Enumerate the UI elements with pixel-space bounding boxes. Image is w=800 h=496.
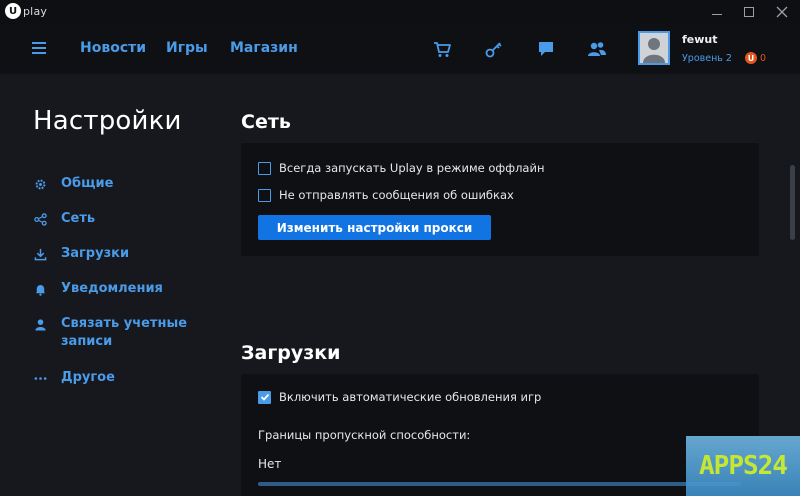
downloads-section-title: Загрузки (241, 342, 341, 364)
download-icon (33, 247, 47, 261)
chat-icon[interactable] (536, 39, 556, 59)
bandwidth-label: Границы пропускной способности: (258, 428, 471, 442)
sidebar-item-label: Сеть (61, 211, 96, 226)
title-bar: U play (0, 0, 800, 24)
auto-update-checkbox[interactable] (258, 390, 271, 404)
sidebar-item-general[interactable]: Общие (33, 175, 113, 193)
sidebar-item-label: Общие (61, 176, 114, 191)
menu-icon[interactable] (32, 42, 46, 54)
uplay-logo-text: play (23, 4, 48, 18)
sidebar-item-label: Другое (61, 370, 115, 385)
watermark: APPS24 (686, 436, 800, 496)
error-reports-label: Не отправлять сообщения об ошибках (279, 188, 514, 202)
nav-shop[interactable]: Магазин (230, 40, 298, 56)
uplay-logo-icon: U (5, 3, 21, 19)
network-panel: Всегда запускать Uplay в режиме оффлайн … (241, 143, 759, 256)
uplay-logo: U play (5, 3, 47, 19)
minimize-icon (712, 13, 722, 15)
key-icon[interactable] (484, 39, 504, 59)
friends-icon[interactable] (587, 39, 607, 59)
units-count: 0 (760, 53, 767, 64)
close-icon (776, 6, 788, 18)
bandwidth-value: Нет (258, 457, 282, 471)
top-nav: Новости Игры Магазин fewut Уровень 2 U 0 (0, 24, 800, 74)
sidebar-item-network[interactable]: Сеть (33, 210, 95, 228)
error-reports-option[interactable]: Не отправлять сообщения об ошибках (258, 188, 514, 202)
auto-update-label: Включить автоматические обновления игр (279, 390, 542, 404)
offline-mode-option[interactable]: Всегда запускать Uplay в режиме оффлайн (258, 161, 544, 175)
maximize-icon (744, 7, 754, 17)
nav-news[interactable]: Новости (80, 40, 146, 56)
network-icon (33, 212, 47, 226)
proxy-settings-button[interactable]: Изменить настройки прокси (258, 215, 491, 240)
user-icon (33, 317, 47, 331)
close-button[interactable] (773, 3, 791, 21)
user-level: Уровень 2 (682, 53, 732, 64)
checkmark-icon (260, 393, 269, 401)
sidebar-item-downloads[interactable]: Загрузки (33, 245, 129, 263)
username[interactable]: fewut (682, 33, 718, 46)
bandwidth-slider[interactable] (258, 482, 741, 486)
bell-icon (33, 282, 47, 296)
maximize-button[interactable] (740, 3, 758, 21)
sidebar-item-other[interactable]: Другое (33, 369, 115, 387)
sidebar-item-label: Связать учетные записи (61, 316, 188, 349)
sidebar-item-notifications[interactable]: Уведомления (33, 280, 163, 298)
auto-update-option[interactable]: Включить автоматические обновления игр (258, 390, 541, 404)
cart-icon[interactable] (432, 39, 452, 59)
units-coin-icon: U (745, 52, 757, 64)
offline-mode-checkbox[interactable] (258, 161, 271, 175)
sidebar-item-label: Уведомления (61, 281, 163, 296)
error-reports-checkbox[interactable] (258, 188, 271, 202)
sidebar-item-label: Загрузки (61, 246, 130, 261)
minimize-button[interactable] (708, 3, 726, 21)
network-section-title: Сеть (241, 111, 291, 133)
sidebar-item-link-accounts[interactable]: Связать учетные записи (33, 315, 201, 351)
downloads-panel: Включить автоматические обновления игр Г… (241, 374, 759, 496)
nav-games[interactable]: Игры (166, 40, 208, 56)
avatar[interactable] (638, 31, 670, 65)
offline-mode-label: Всегда запускать Uplay в режиме оффлайн (279, 161, 545, 175)
gear-icon (33, 177, 47, 191)
watermark-text: APPS24 (699, 451, 788, 481)
page-title: Настройки (33, 106, 182, 136)
more-icon (33, 371, 47, 385)
scrollbar[interactable] (790, 165, 795, 240)
